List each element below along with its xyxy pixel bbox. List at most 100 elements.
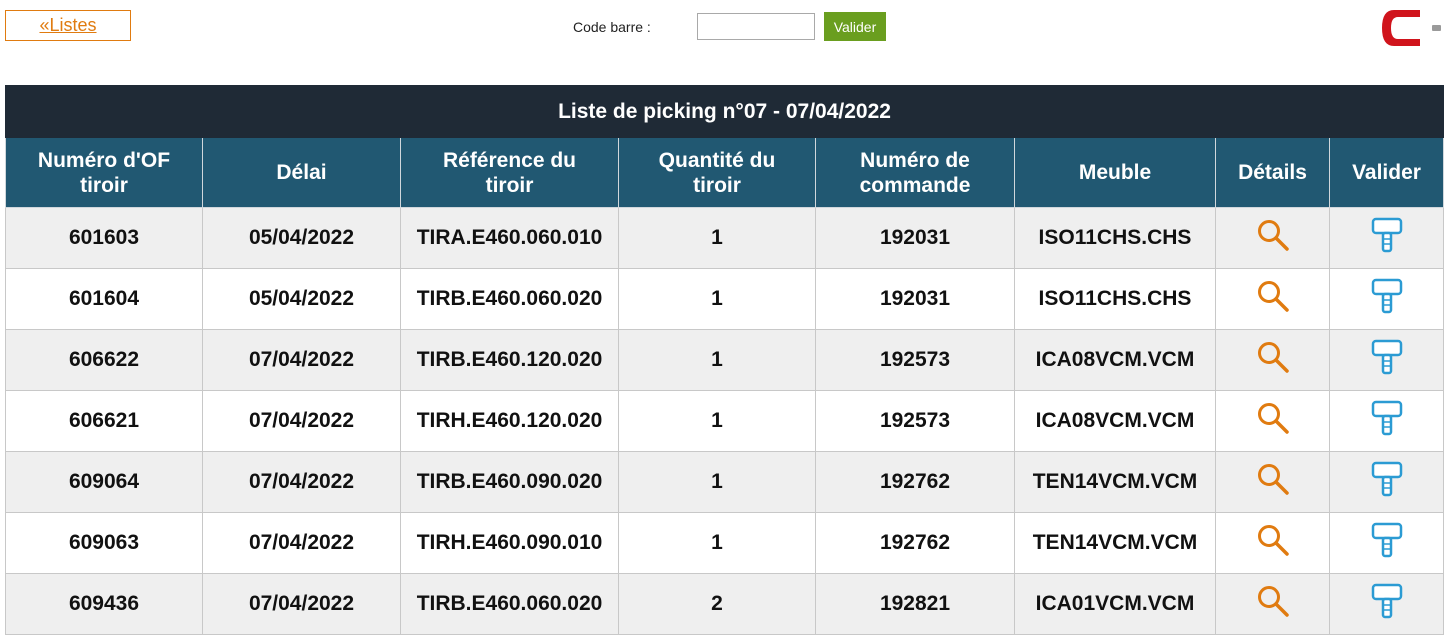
order-number-cell: 192762 xyxy=(815,451,1015,513)
delai-cell: 05/04/2022 xyxy=(202,207,401,269)
header-label: Numéro de xyxy=(860,148,970,172)
meuble-cell: ICA08VCM.VCM xyxy=(1014,390,1216,452)
magnifier-icon[interactable] xyxy=(1256,401,1290,435)
table-row: 609436 07/04/2022 TIRB.E460.060.020 2 192821… xyxy=(5,573,1445,635)
of-number-cell: 601603 xyxy=(5,207,203,269)
col-meuble-header: Meuble xyxy=(1014,137,1216,208)
barcode-label: Code barre : xyxy=(573,19,651,35)
barcode-input[interactable] xyxy=(697,13,815,40)
magnifier-icon[interactable] xyxy=(1256,279,1290,313)
meuble-cell: ICA08VCM.VCM xyxy=(1014,329,1216,391)
col-quantity-header: Quantité du tiroir xyxy=(618,137,816,208)
table-row: 609064 07/04/2022 TIRB.E460.090.020 1 192762… xyxy=(5,451,1445,513)
order-number-cell: 192031 xyxy=(815,268,1015,330)
details-cell xyxy=(1215,573,1330,635)
header-label: Référence du xyxy=(442,148,577,172)
magnifier-icon[interactable] xyxy=(1256,523,1290,557)
validate-cell xyxy=(1328,451,1445,513)
reference-cell: TIRB.E460.090.020 xyxy=(400,451,619,513)
meuble-cell: ISO11CHS.CHS xyxy=(1014,268,1216,330)
hammer-icon[interactable] xyxy=(1370,582,1404,620)
details-cell xyxy=(1215,207,1330,269)
delai-cell: 07/04/2022 xyxy=(202,329,401,391)
quantity-cell: 1 xyxy=(618,329,816,391)
details-cell xyxy=(1215,512,1330,574)
reference-cell: TIRA.E460.060.010 xyxy=(400,207,619,269)
of-number-cell: 609064 xyxy=(5,451,203,513)
table-title: Liste de picking n°07 - 07/04/2022 xyxy=(4,85,1445,138)
company-logo-icon xyxy=(1380,8,1442,48)
meuble-cell: ICA01VCM.VCM xyxy=(1014,573,1216,635)
reference-cell: TIRH.E460.090.010 xyxy=(400,512,619,574)
header-label: Meuble xyxy=(1078,161,1152,184)
details-cell xyxy=(1215,329,1330,391)
header-label: Valider xyxy=(1352,161,1421,184)
header-label: Quantité du xyxy=(658,148,776,172)
reference-cell: TIRB.E460.060.020 xyxy=(400,573,619,635)
details-cell xyxy=(1215,268,1330,330)
details-cell xyxy=(1215,390,1330,452)
order-number-cell: 192762 xyxy=(815,512,1015,574)
details-cell xyxy=(1215,451,1330,513)
header-label: Détails xyxy=(1238,161,1307,184)
header-label: Numéro d'OF xyxy=(37,148,171,172)
col-delai-header: Délai xyxy=(202,137,401,208)
hammer-icon[interactable] xyxy=(1370,521,1404,559)
delai-cell: 07/04/2022 xyxy=(202,512,401,574)
col-of-number-header: Numéro d'OF tiroir xyxy=(5,137,203,208)
magnifier-icon[interactable] xyxy=(1256,584,1290,618)
order-number-cell: 192573 xyxy=(815,390,1015,452)
col-details-header: Détails xyxy=(1215,137,1330,208)
validate-cell xyxy=(1328,329,1445,391)
of-number-cell: 606621 xyxy=(5,390,203,452)
table-row: 609063 07/04/2022 TIRH.E460.090.010 1 192762… xyxy=(5,512,1445,574)
table-row: 606622 07/04/2022 TIRB.E460.120.020 1 192573… xyxy=(5,329,1445,391)
validate-cell xyxy=(1328,207,1445,269)
header-label: tiroir xyxy=(485,173,534,197)
picking-list-table: Liste de picking n°07 - 07/04/2022 Numér… xyxy=(4,85,1445,635)
col-reference-header: Référence du tiroir xyxy=(400,137,619,208)
of-number-cell: 606622 xyxy=(5,329,203,391)
delai-cell: 07/04/2022 xyxy=(202,451,401,513)
table-row: 601604 05/04/2022 TIRB.E460.060.020 1 192031… xyxy=(5,268,1445,330)
of-number-cell: 601604 xyxy=(5,268,203,330)
col-order-number-header: Numéro de commande xyxy=(815,137,1015,208)
hammer-icon[interactable] xyxy=(1370,399,1404,437)
reference-cell: TIRB.E460.120.020 xyxy=(400,329,619,391)
quantity-cell: 1 xyxy=(618,390,816,452)
quantity-cell: 1 xyxy=(618,207,816,269)
table-header-row: Numéro d'OF tiroir Délai Référence du tiroir… xyxy=(5,137,1445,208)
hammer-icon[interactable] xyxy=(1370,277,1404,315)
header-label: tiroir xyxy=(693,173,741,197)
meuble-cell: ISO11CHS.CHS xyxy=(1014,207,1216,269)
validate-cell xyxy=(1328,573,1445,635)
validate-cell xyxy=(1328,390,1445,452)
quantity-cell: 2 xyxy=(618,573,816,635)
table-row: 601603 05/04/2022 TIRA.E460.060.010 1 192031… xyxy=(5,207,1445,269)
quantity-cell: 1 xyxy=(618,268,816,330)
reference-cell: TIRB.E460.060.020 xyxy=(400,268,619,330)
table-row: 606621 07/04/2022 TIRH.E460.120.020 1 192573… xyxy=(5,390,1445,452)
hammer-icon[interactable] xyxy=(1370,460,1404,498)
reference-cell: TIRH.E460.120.020 xyxy=(400,390,619,452)
back-to-lists-link[interactable]: «Listes xyxy=(5,10,131,41)
delai-cell: 07/04/2022 xyxy=(202,573,401,635)
order-number-cell: 192573 xyxy=(815,329,1015,391)
magnifier-icon[interactable] xyxy=(1256,340,1290,374)
hammer-icon[interactable] xyxy=(1370,338,1404,376)
magnifier-icon[interactable] xyxy=(1256,218,1290,252)
magnifier-icon[interactable] xyxy=(1256,462,1290,496)
order-number-cell: 192031 xyxy=(815,207,1015,269)
order-number-cell: 192821 xyxy=(815,573,1015,635)
quantity-cell: 1 xyxy=(618,451,816,513)
delai-cell: 07/04/2022 xyxy=(202,390,401,452)
validate-barcode-button[interactable]: Valider xyxy=(824,12,886,41)
header-label: Délai xyxy=(276,161,327,184)
header-label: tiroir xyxy=(80,173,128,197)
hammer-icon[interactable] xyxy=(1370,216,1404,254)
delai-cell: 05/04/2022 xyxy=(202,268,401,330)
meuble-cell: TEN14VCM.VCM xyxy=(1014,451,1216,513)
validate-cell xyxy=(1328,268,1445,330)
col-validate-header: Valider xyxy=(1328,137,1445,208)
of-number-cell: 609436 xyxy=(5,573,203,635)
